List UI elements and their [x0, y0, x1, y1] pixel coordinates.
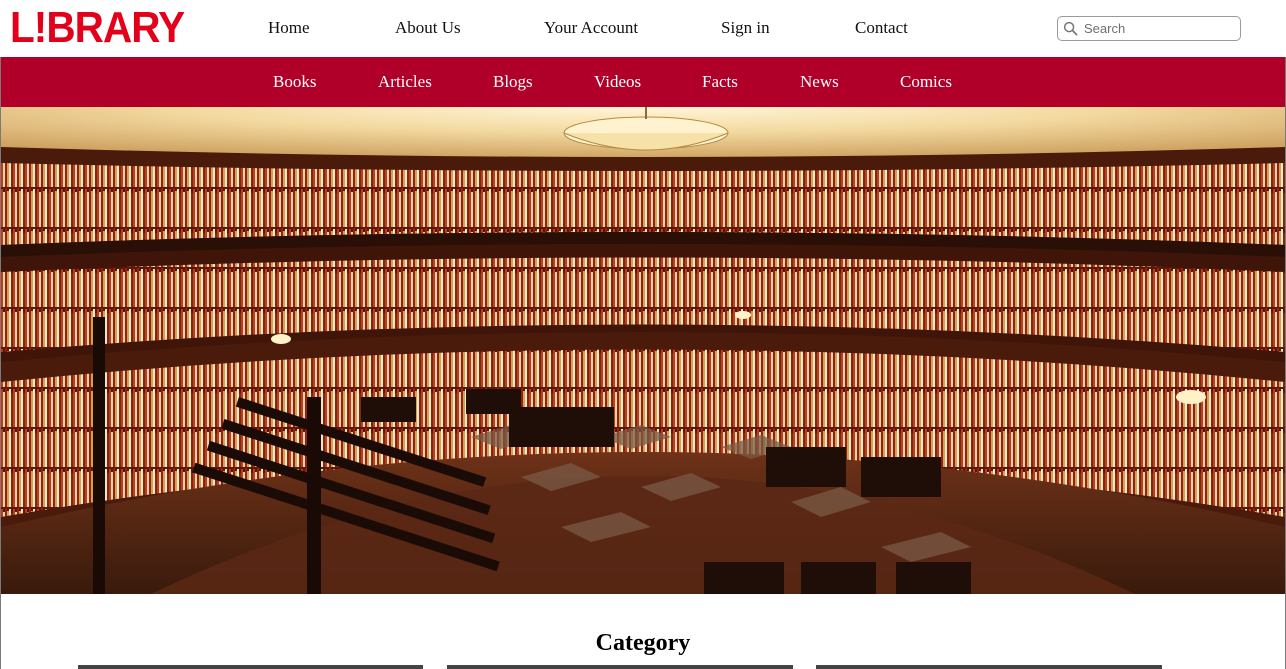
top-header: L!BRARY Home About Us Your Account Sign … — [0, 0, 1286, 57]
library-logo[interactable]: L!BRARY — [10, 5, 185, 51]
search-icon — [1063, 21, 1078, 36]
category-heading: Category — [595, 630, 691, 656]
category-card[interactable] — [78, 665, 423, 669]
hero-image — [1, 107, 1285, 594]
library-interior-image — [1, 107, 1285, 594]
category-articles-link[interactable]: Articles — [378, 72, 432, 92]
category-facts-link[interactable]: Facts — [702, 72, 738, 92]
category-cards — [0, 665, 1286, 669]
category-blogs-link[interactable]: Blogs — [493, 72, 533, 92]
search-input[interactable] — [1084, 19, 1234, 38]
category-news-link[interactable]: News — [800, 72, 839, 92]
category-nav: Books Articles Blogs Videos Facts News C… — [1, 57, 1285, 107]
category-videos-link[interactable]: Videos — [594, 72, 641, 92]
category-books-link[interactable]: Books — [273, 72, 316, 92]
nav-your-account-link[interactable]: Your Account — [544, 18, 638, 38]
nav-sign-in-link[interactable]: Sign in — [721, 18, 770, 38]
nav-contact-link[interactable]: Contact — [855, 18, 908, 38]
category-card[interactable] — [816, 665, 1162, 669]
category-card[interactable] — [447, 665, 793, 669]
nav-home-link[interactable]: Home — [268, 18, 310, 38]
search-box[interactable] — [1057, 16, 1241, 41]
nav-about-us-link[interactable]: About Us — [395, 18, 461, 38]
category-comics-link[interactable]: Comics — [900, 72, 952, 92]
